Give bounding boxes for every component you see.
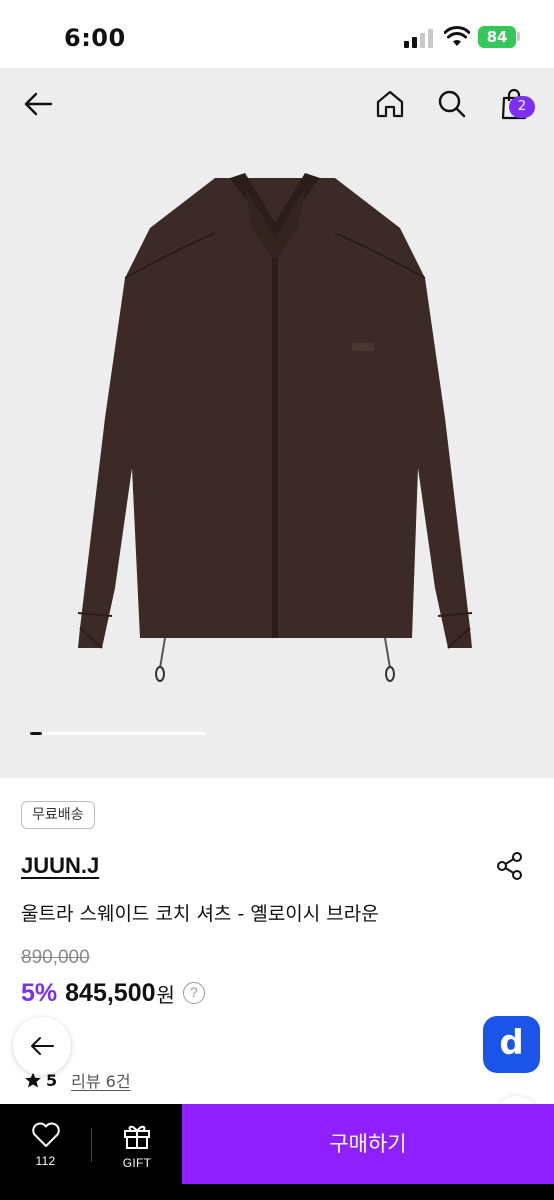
discount-rate: 5% xyxy=(21,978,58,1007)
product-image xyxy=(77,173,473,682)
brand-link[interactable]: JUUN.J xyxy=(21,853,99,879)
like-count: 112 xyxy=(35,1154,56,1168)
currency-unit: 원 xyxy=(156,982,175,1007)
gift-button[interactable]: GIFT xyxy=(92,1104,182,1200)
share-icon xyxy=(497,852,522,880)
product-gallery[interactable] xyxy=(0,68,554,778)
cart-count-badge: 2 xyxy=(509,96,535,118)
status-bar: 6:00 84 xyxy=(0,0,554,68)
review-link[interactable]: 리뷰 6건 xyxy=(71,1068,130,1092)
heart-icon xyxy=(31,1122,60,1147)
sale-price: 845,500 xyxy=(65,978,156,1007)
search-icon xyxy=(438,90,466,118)
price-help-icon[interactable]: ? xyxy=(182,982,205,1004)
status-time: 6:00 xyxy=(64,24,126,52)
gift-label: GIFT xyxy=(122,1156,152,1170)
home-button[interactable] xyxy=(368,82,412,126)
wifi-icon xyxy=(444,26,470,46)
gallery-progress-fill xyxy=(30,732,43,735)
back-button[interactable] xyxy=(16,82,60,126)
original-price: 890,000 xyxy=(21,947,90,968)
share-button[interactable] xyxy=(494,850,526,882)
gift-icon xyxy=(124,1125,150,1149)
price-row: 5% 845,500 원 ? xyxy=(21,976,205,1010)
arrow-left-icon xyxy=(31,1037,54,1055)
like-button[interactable]: 112 xyxy=(0,1104,91,1200)
gallery-progress xyxy=(30,732,206,735)
arrow-left-icon xyxy=(24,92,53,116)
d-app-button[interactable]: d xyxy=(483,1016,540,1073)
bottom-action-bar: 112 GIFT 구매하기 xyxy=(0,1104,554,1200)
battery-tip xyxy=(517,32,520,41)
home-icon xyxy=(376,90,404,118)
battery-icon: 84 xyxy=(478,26,516,48)
search-button[interactable] xyxy=(430,82,474,126)
product-title: 울트라 스웨이드 코치 셔츠 - 옐로이시 브라운 xyxy=(21,903,379,925)
signal-icon xyxy=(404,28,434,48)
free-shipping-badge: 무료배송 xyxy=(21,801,95,829)
buy-button[interactable]: 구매하기 xyxy=(182,1104,554,1184)
floating-back-button[interactable] xyxy=(13,1017,71,1075)
